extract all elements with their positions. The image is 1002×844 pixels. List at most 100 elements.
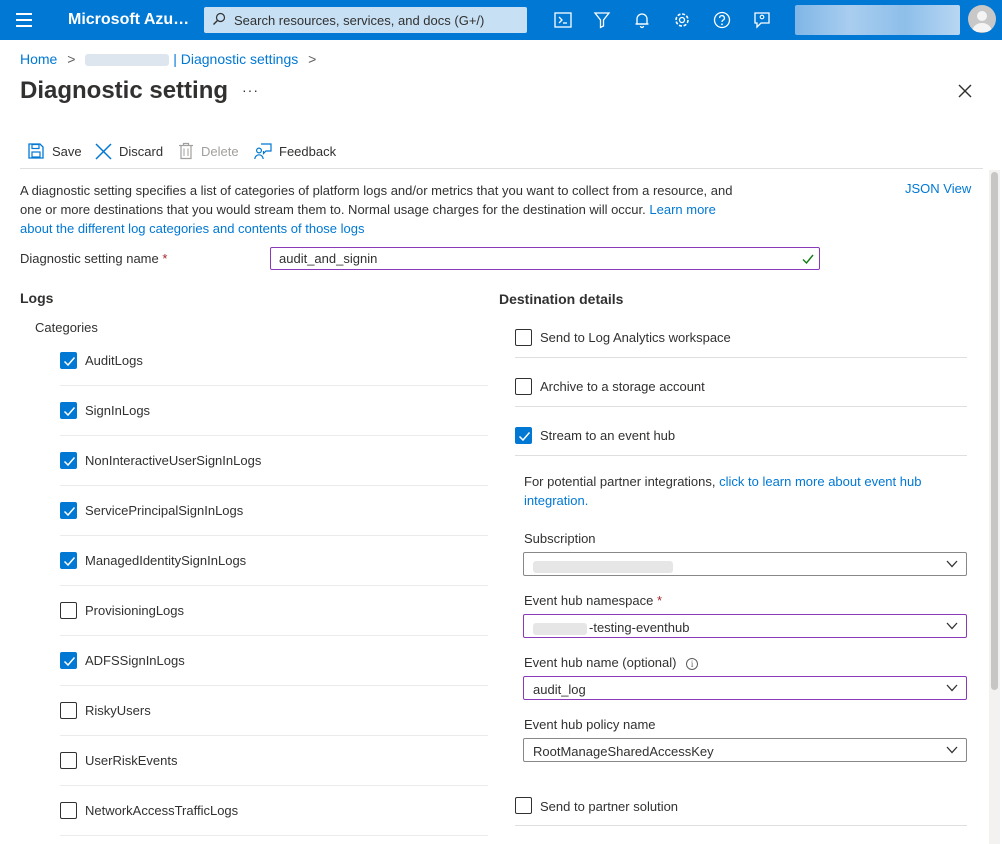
- partner-solution-checkbox[interactable]: [515, 797, 532, 814]
- log-category-label: UserRiskEvents: [85, 753, 178, 768]
- destination-checkbox[interactable]: [515, 378, 532, 395]
- partner-solution-row[interactable]: Send to partner solution: [515, 787, 967, 826]
- avatar[interactable]: [968, 5, 996, 33]
- help-icon[interactable]: [712, 10, 732, 30]
- partner-text: For potential partner integrations,: [524, 474, 720, 489]
- discard-button[interactable]: Discard: [95, 140, 163, 162]
- hub-name-value: audit_log: [533, 682, 586, 697]
- breadcrumb-diagnostic-settings[interactable]: | Diagnostic settings: [173, 51, 298, 67]
- setting-name-label-text: Diagnostic setting name: [20, 251, 159, 266]
- save-icon: [28, 143, 44, 159]
- subscription-label: Subscription: [524, 531, 596, 546]
- log-category-checkbox[interactable]: [60, 352, 77, 369]
- log-category-network-access-traffic-logs[interactable]: NetworkAccessTrafficLogs: [60, 786, 488, 836]
- checkmark-icon: [63, 457, 76, 467]
- checkmark-icon: [63, 657, 76, 667]
- feedback-icon[interactable]: [752, 10, 772, 30]
- chevron-down-icon: [946, 622, 958, 630]
- json-view-link[interactable]: JSON View: [905, 181, 971, 196]
- log-category-adfssign-in-logs[interactable]: ADFSSignInLogs: [60, 636, 488, 686]
- search-input[interactable]: [232, 7, 522, 33]
- log-category-label: RiskyUsers: [85, 703, 151, 718]
- breadcrumb-separator: >: [308, 51, 317, 67]
- log-category-checkbox[interactable]: [60, 752, 77, 769]
- categories-heading: Categories: [35, 320, 98, 335]
- trash-icon: [179, 142, 193, 160]
- settings-icon[interactable]: [672, 10, 692, 30]
- checkmark-icon: [63, 357, 76, 367]
- breadcrumb: Home > | Diagnostic settings >: [20, 51, 322, 69]
- directory-filter-icon[interactable]: [592, 10, 612, 30]
- checkmark-icon: [63, 407, 76, 417]
- destination-send-to-log-analytics-workspace[interactable]: Send to Log Analytics workspace: [515, 309, 967, 358]
- discard-label: Discard: [119, 143, 164, 159]
- breadcrumb-separator: >: [67, 51, 76, 67]
- hamburger-menu-icon[interactable]: [16, 13, 32, 27]
- log-category-risky-users[interactable]: RiskyUsers: [60, 686, 488, 736]
- log-category-sign-in-logs[interactable]: SignInLogs: [60, 386, 488, 436]
- hub-name-label-text: Event hub name (optional): [524, 655, 677, 670]
- cloud-shell-icon[interactable]: [553, 10, 573, 30]
- subscription-dropdown[interactable]: [523, 552, 967, 576]
- subscription-value: [533, 558, 673, 573]
- info-icon[interactable]: i: [686, 658, 699, 670]
- user-icon: [972, 11, 992, 32]
- log-category-checkbox[interactable]: [60, 602, 77, 619]
- feedback-person-icon: [254, 143, 272, 160]
- setting-name-input[interactable]: [279, 250, 779, 267]
- delete-label: Delete: [201, 143, 239, 159]
- save-button[interactable]: Save: [27, 140, 82, 162]
- log-category-service-principal-sign-in-logs[interactable]: ServicePrincipalSignInLogs: [60, 486, 488, 536]
- description-text: A diagnostic setting specifies a list of…: [20, 183, 733, 217]
- global-search[interactable]: [204, 7, 527, 33]
- log-category-checkbox[interactable]: [60, 652, 77, 669]
- checkmark-icon: [63, 557, 76, 567]
- log-category-checkbox[interactable]: [60, 802, 77, 819]
- destination-checkbox[interactable]: [515, 427, 532, 444]
- log-category-provisioning-logs[interactable]: ProvisioningLogs: [60, 586, 488, 636]
- delete-button[interactable]: Delete: [178, 140, 239, 162]
- close-icon[interactable]: [957, 83, 973, 99]
- policy-dropdown[interactable]: RootManageSharedAccessKey: [523, 738, 967, 762]
- namespace-redacted: [533, 622, 587, 635]
- search-icon: [213, 12, 226, 25]
- log-category-checkbox[interactable]: [60, 552, 77, 569]
- hub-name-dropdown[interactable]: audit_log: [523, 676, 967, 700]
- destination-stream-to-an-event-hub[interactable]: Stream to an event hub: [515, 407, 967, 456]
- log-category-checkbox[interactable]: [60, 452, 77, 469]
- log-category-non-interactive-user-sign-in-logs[interactable]: NonInteractiveUserSignInLogs: [60, 436, 488, 486]
- destination-archive-to-a-storage-account[interactable]: Archive to a storage account: [515, 358, 967, 407]
- log-category-checkbox[interactable]: [60, 702, 77, 719]
- chevron-down-icon: [946, 746, 958, 754]
- policy-label: Event hub policy name: [524, 717, 656, 732]
- save-label: Save: [52, 143, 82, 159]
- portal-brand[interactable]: Microsoft Azu…: [68, 11, 189, 29]
- partner-solution-label: Send to partner solution: [540, 799, 679, 814]
- breadcrumb-resource-name[interactable]: [85, 54, 170, 67]
- scrollbar-thumb[interactable]: [991, 172, 998, 690]
- checkmark-icon: [518, 432, 531, 442]
- setting-name-field[interactable]: [270, 247, 820, 270]
- log-category-user-risk-events[interactable]: UserRiskEvents: [60, 736, 488, 786]
- log-category-label: NonInteractiveUserSignInLogs: [85, 453, 262, 468]
- partner-integration-text: For potential partner integrations, clic…: [524, 472, 944, 510]
- scrollbar[interactable]: [989, 170, 1000, 844]
- required-mark: *: [657, 593, 663, 608]
- log-category-audit-logs[interactable]: AuditLogs: [60, 336, 488, 386]
- breadcrumb-home[interactable]: Home: [20, 51, 57, 67]
- log-category-managed-identity-sign-in-logs[interactable]: ManagedIdentitySignInLogs: [60, 536, 488, 586]
- hub-name-label: Event hub name (optional) i: [524, 655, 699, 670]
- log-category-label: NetworkAccessTrafficLogs: [85, 803, 239, 818]
- checkmark-icon: [63, 507, 76, 517]
- more-options-button[interactable]: ···: [242, 82, 259, 98]
- notifications-icon[interactable]: [632, 10, 652, 30]
- log-category-checkbox[interactable]: [60, 402, 77, 419]
- page-title: Diagnostic setting: [20, 77, 229, 104]
- destination-checkbox[interactable]: [515, 329, 532, 346]
- feedback-button[interactable]: Feedback: [254, 140, 336, 162]
- namespace-value: -testing-eventhub: [533, 620, 689, 635]
- account-info[interactable]: [795, 5, 960, 35]
- namespace-dropdown[interactable]: -testing-eventhub: [523, 614, 967, 638]
- log-category-checkbox[interactable]: [60, 502, 77, 519]
- log-category-label: AuditLogs: [85, 353, 143, 368]
